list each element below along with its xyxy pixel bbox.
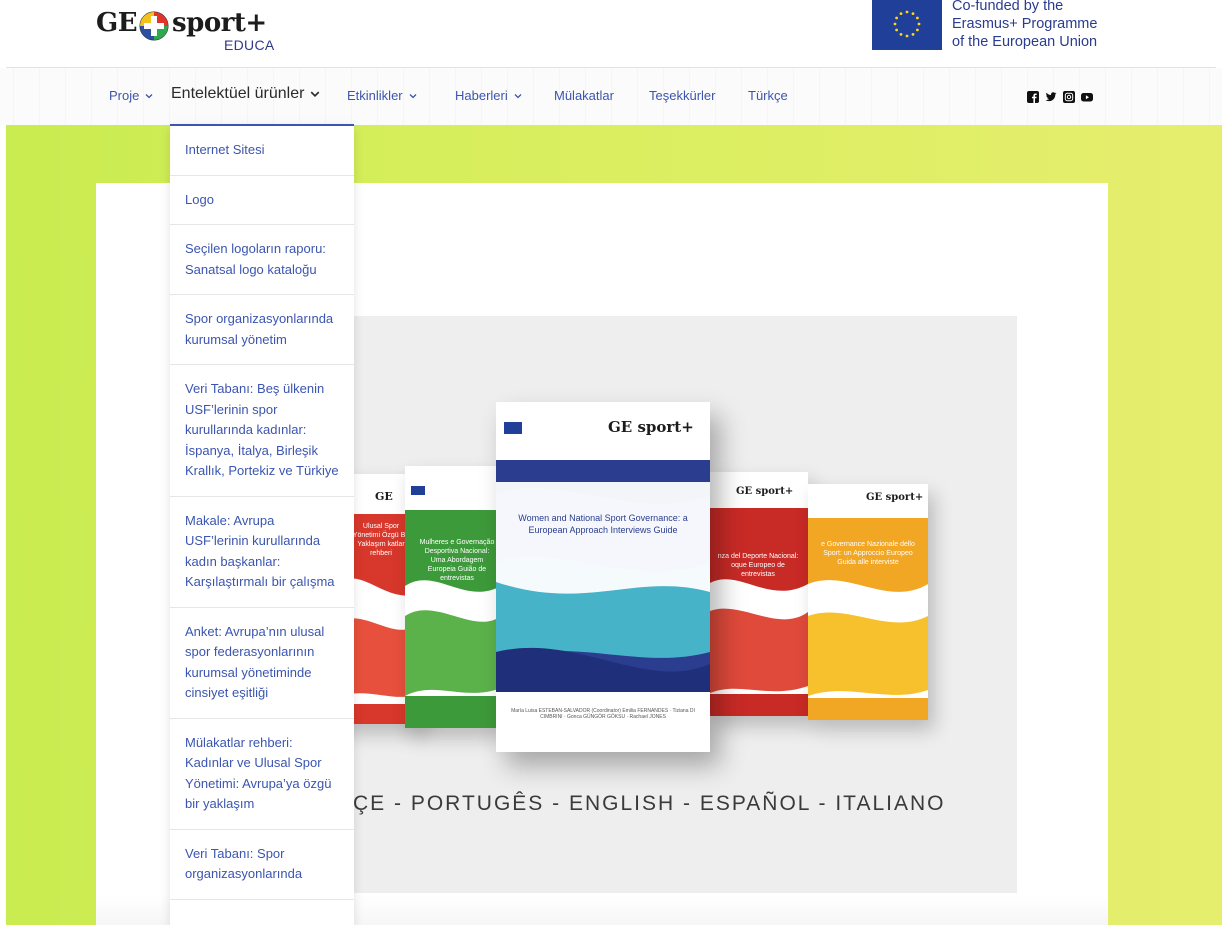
nav-item-etkinlikler[interactable]: Etkinlikler	[347, 88, 417, 103]
nav-item-entelektuel-urunler[interactable]: Entelektüel ürünler	[171, 85, 320, 103]
book-logo: GE sport+	[608, 418, 694, 436]
submenu-item-kurumsal-yonetim[interactable]: Spor organizasyonlarında kurumsal yöneti…	[170, 295, 354, 365]
submenu-item-logo[interactable]: Logo	[170, 176, 354, 225]
submenu-item-anket[interactable]: Anket: Avrupa’nın ulusal spor federasyon…	[170, 608, 354, 719]
submenu-item-veri-tabani-spor[interactable]: Veri Tabanı: Spor organizasyonlarında	[170, 830, 354, 900]
eu-flag-icon	[872, 0, 942, 50]
submenu-item-logo-raporu[interactable]: Seçilen logoların raporu: Sanatsal logo …	[170, 225, 354, 295]
site-header: GE sport+ EDUCA Co-funded by the Erasmus…	[0, 0, 1222, 68]
book-logo: GE	[375, 490, 393, 503]
book-title: Ulusal Spor Yönetimi Özgü Bir Yaklaşım k…	[353, 523, 410, 557]
instagram-icon[interactable]	[1063, 91, 1075, 103]
main-navigation: Proje Entelektüel ürünler Etkinlikler Ha…	[0, 68, 1222, 125]
featured-books-image: GE Ulusal Spor Yönetimi Özgü Bir Yaklaşı…	[353, 316, 1017, 893]
submenu-item-veri-tabani-bes-ulke[interactable]: Veri Tabanı: Beş ülkenin USF’lerinin spo…	[170, 365, 354, 497]
languages-caption: ÇE - PORTUGÊS - ENGLISH - ESPAÑOL - ITAL…	[353, 792, 946, 815]
eu-cofunded-text: Co-funded by the Erasmus+ Programme of t…	[952, 0, 1098, 50]
submenu-item-mulakatlar-rehberi[interactable]: Mülakatlar rehberi: Kadınlar ve Ulusal S…	[170, 719, 354, 830]
book-cover-art	[708, 472, 808, 716]
logo-ge-text: GE	[96, 8, 138, 38]
chevron-down-icon	[311, 91, 320, 98]
youtube-icon[interactable]	[1081, 91, 1093, 103]
chevron-down-icon	[409, 93, 417, 98]
nav-item-tesekkurler[interactable]: Teşekkürler	[649, 88, 715, 103]
book-cover-english: GE sport+ Women and National Sport Gover…	[496, 402, 710, 752]
book-cover-italian: GE sport+ e Governance Nazionale dello S…	[808, 484, 928, 720]
book-cover-spanish: GE sport+ nza del Deporte Nacional: oque…	[708, 472, 808, 716]
facebook-icon[interactable]	[1027, 91, 1039, 103]
book-authors: María Luisa ESTEBAN-SALVADOR (Coordinato…	[511, 708, 695, 720]
nav-item-turkce[interactable]: Türkçe	[748, 88, 788, 103]
twitter-icon[interactable]	[1045, 91, 1057, 103]
book-title: e Governance Nazionale dello Sport: un A…	[821, 541, 915, 566]
globe-icon	[139, 11, 169, 41]
nav-item-proje[interactable]: Proje	[109, 88, 153, 103]
nav-item-mulakatlar[interactable]: Mülakatlar	[554, 88, 614, 103]
chevron-down-icon	[145, 93, 153, 98]
logo-sport-text: sport+	[172, 8, 267, 38]
site-logo[interactable]: GE sport+ EDUCA	[96, 6, 286, 56]
submenu-item-makale[interactable]: Makale: Avrupa USF’lerinin kurullarında …	[170, 497, 354, 608]
book-cover-art	[808, 484, 928, 720]
eu-cofunded-badge: Co-funded by the Erasmus+ Programme of t…	[872, 0, 1202, 52]
book-title: nza del Deporte Nacional: oque Europeo d…	[717, 553, 799, 578]
book-cover-art	[405, 466, 501, 728]
chevron-down-icon	[514, 93, 522, 98]
book-title: Mulheres e Governação Desportiva Naciona…	[419, 539, 495, 582]
book-logo: GE sport+	[736, 486, 794, 497]
book-title: Women and National Sport Governance: a E…	[518, 513, 688, 535]
book-logo: GE sport+	[866, 492, 924, 503]
submenu-item-internet-sitesi[interactable]: Internet Sitesi	[170, 126, 354, 176]
nav-item-haberleri[interactable]: Haberleri	[455, 88, 522, 103]
logo-educa-text: EDUCA	[224, 37, 275, 53]
book-cover-art	[496, 402, 710, 752]
social-links	[1027, 91, 1093, 103]
submenu-entelektuel-urunler: Internet Sitesi Logo Seçilen logoların r…	[170, 124, 354, 925]
book-cover-portuguese: Mulheres e Governação Desportiva Naciona…	[405, 466, 501, 728]
